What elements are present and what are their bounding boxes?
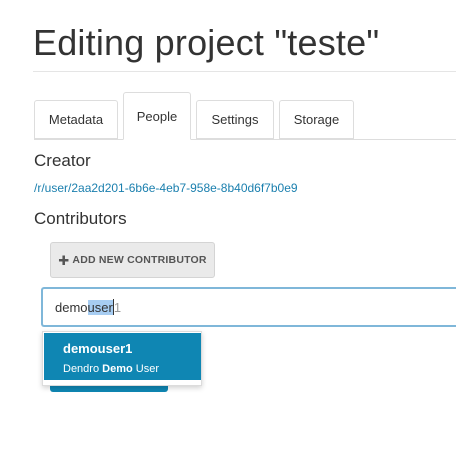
creator-heading: Creator: [34, 151, 91, 170]
tab-metadata[interactable]: Metadata: [34, 100, 118, 139]
tabs-baseline: [34, 139, 456, 140]
suggestion-username: demouser1: [63, 341, 133, 356]
search-autocomplete-hint: 1: [113, 299, 122, 315]
fullname-match: Demo: [102, 363, 133, 375]
fullname-suffix: User: [132, 363, 159, 375]
contributors-heading: Contributors: [34, 209, 127, 228]
search-typed-text: demo: [55, 299, 88, 315]
tab-settings[interactable]: Settings: [196, 100, 274, 139]
suggestion-fullname: Dendro Demo User: [63, 362, 201, 376]
page-title: Editing project "teste": [33, 22, 380, 63]
add-contributor-button[interactable]: ✚ ADD NEW CONTRIBUTOR: [50, 242, 215, 278]
fullname-prefix: Dendro: [63, 363, 103, 375]
plus-icon: ✚: [58, 252, 70, 268]
autocomplete-dropdown: demouser1 Dendro Demo User: [42, 331, 202, 386]
title-divider: [33, 71, 456, 72]
suggestion-item[interactable]: demouser1 Dendro Demo User: [44, 333, 201, 380]
creator-link[interactable]: /r/user/2aa2d201-6b6e-4eb7-958e-8b40d6f7…: [34, 181, 298, 195]
tab-storage[interactable]: Storage: [279, 100, 354, 139]
project-tabs: Metadata People Settings Storage: [34, 92, 456, 140]
search-selected-text: user: [87, 299, 113, 315]
tab-people[interactable]: People: [123, 92, 191, 140]
add-contributor-label: ADD NEW CONTRIBUTOR: [72, 254, 207, 266]
contributor-search-input[interactable]: demo user 1: [41, 287, 456, 327]
